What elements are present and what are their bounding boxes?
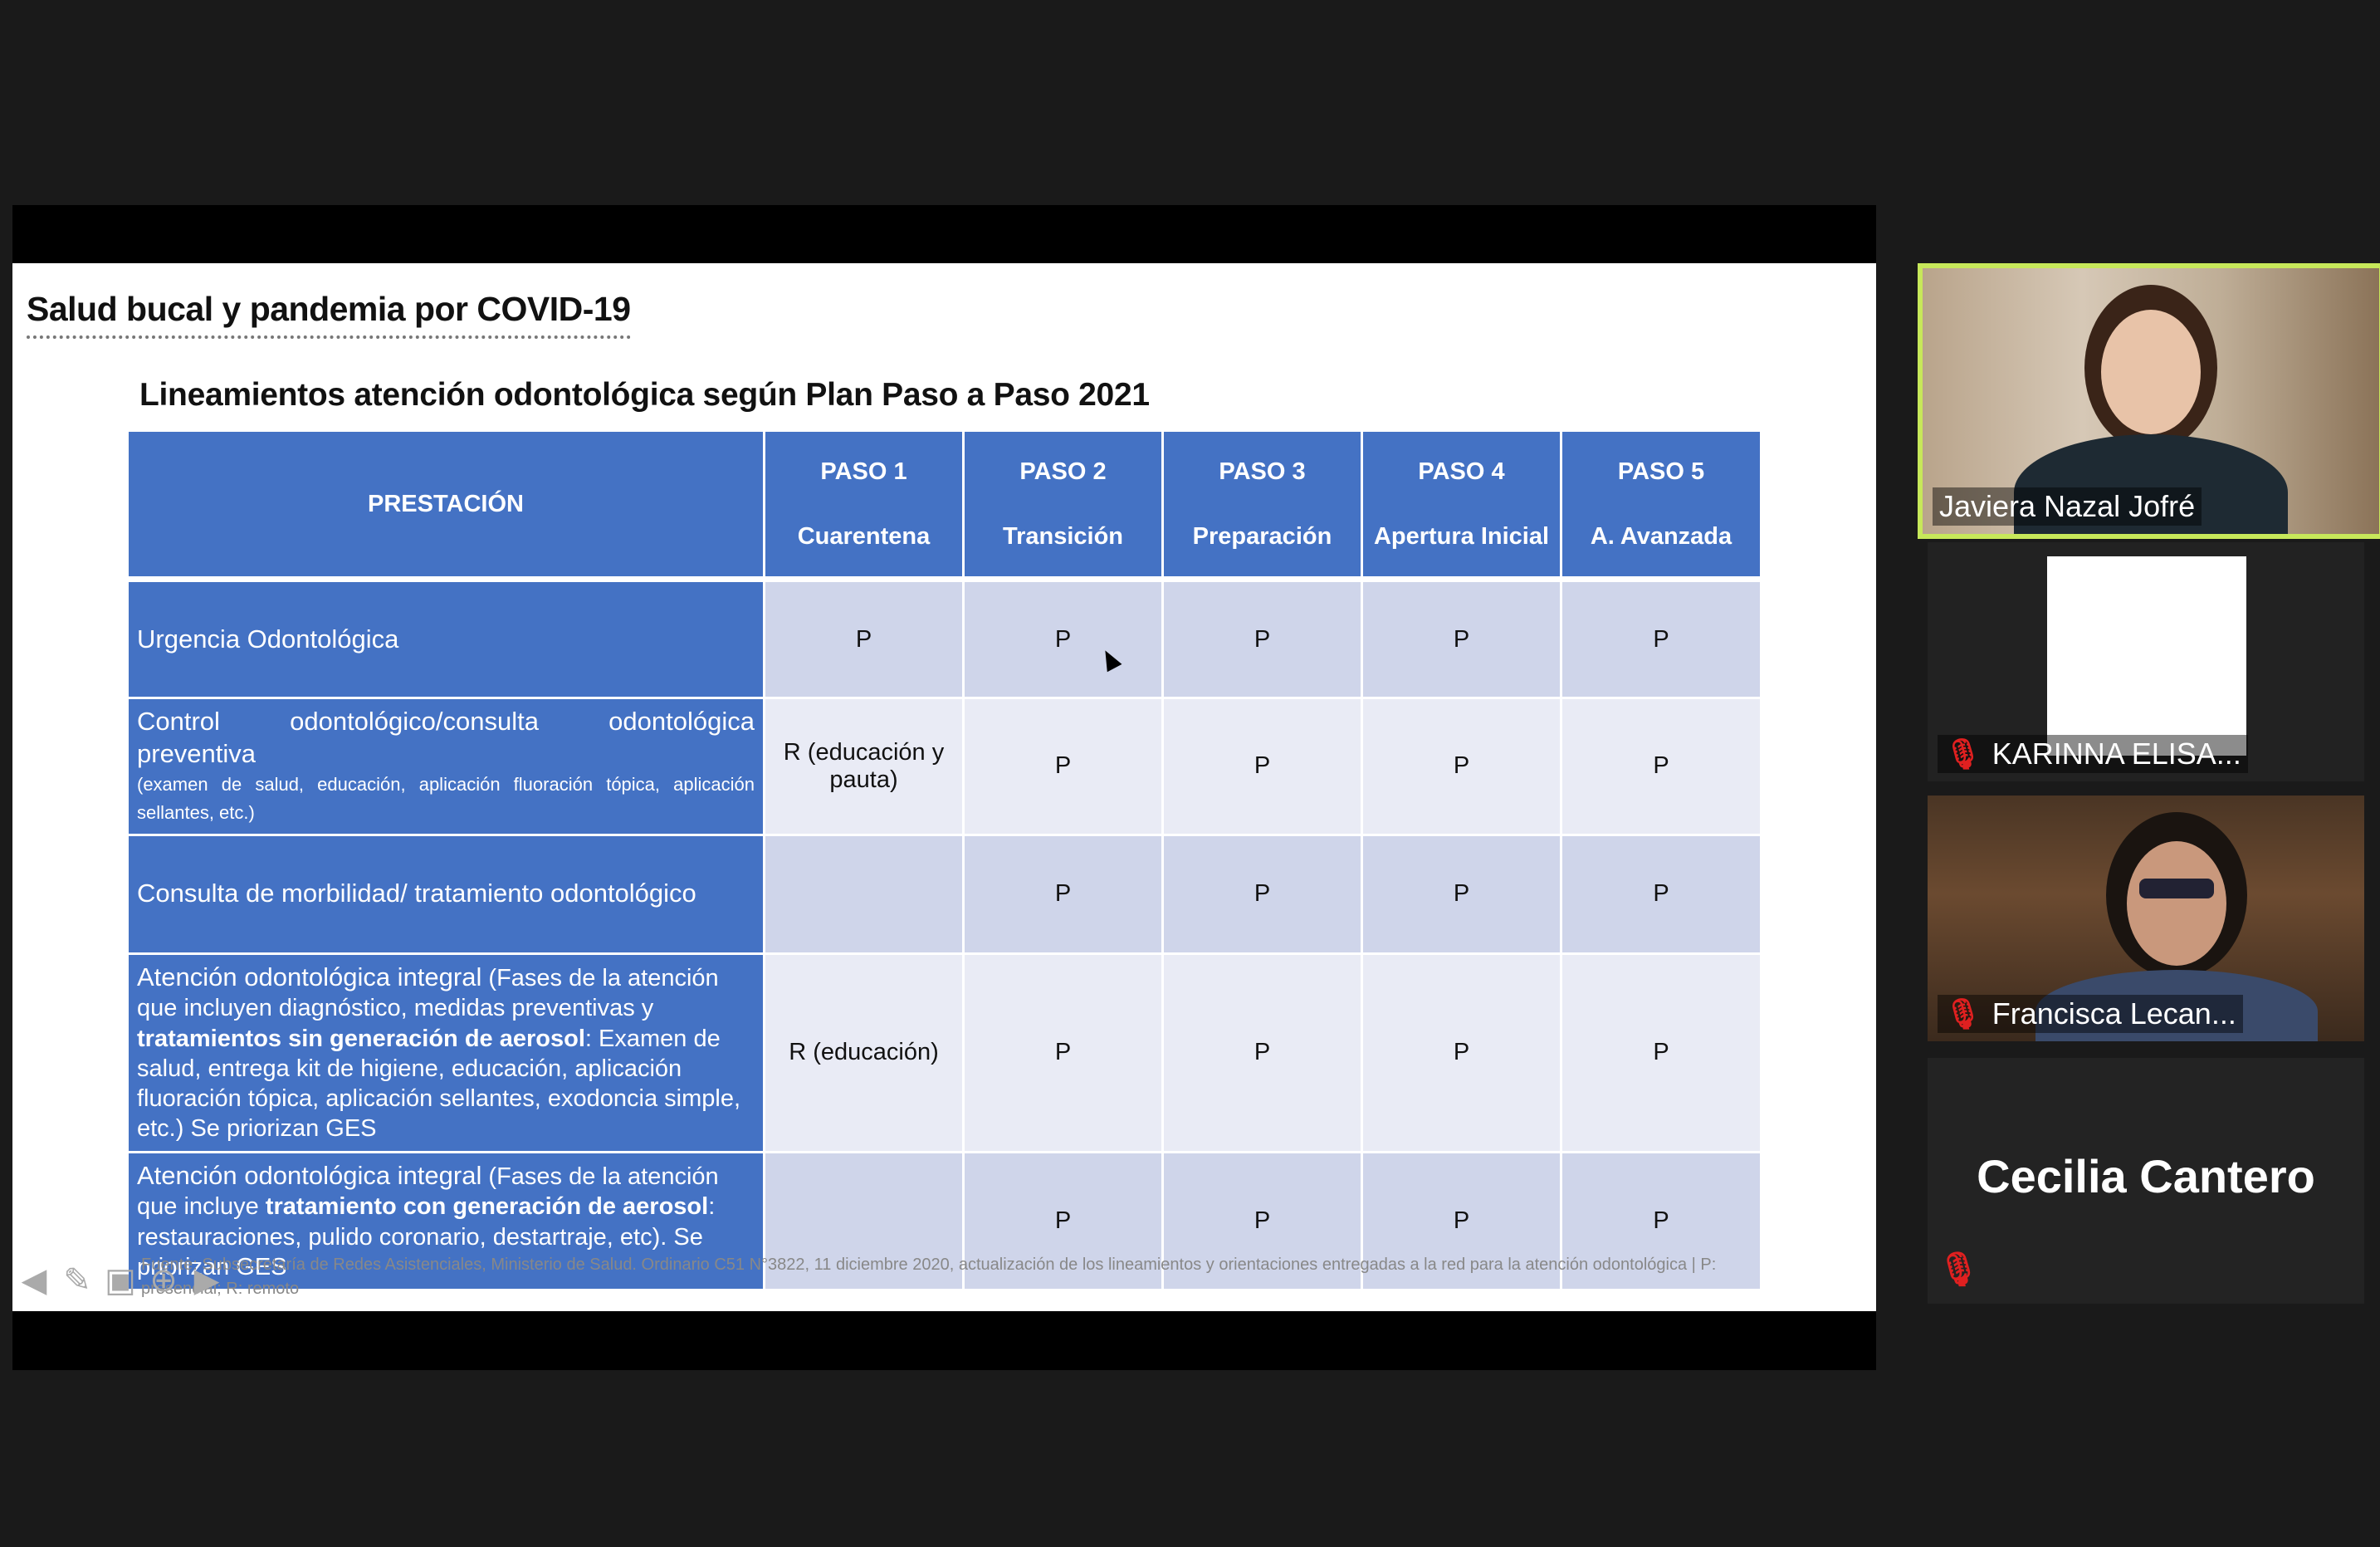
table-cell: P — [1161, 697, 1363, 836]
mic-muted-icon: 🎙︎ — [1944, 996, 1982, 1031]
table-cell: P — [962, 697, 1164, 836]
table-cell: R (educación) — [763, 952, 965, 1153]
table-cell: P — [763, 578, 965, 699]
prev-slide-icon[interactable]: ◀ — [17, 1262, 51, 1299]
table-row: Urgencia Odontológica P P P P P — [126, 578, 1762, 699]
participant-tile[interactable]: Cecilia Cantero 🎙︎ — [1928, 1058, 2364, 1304]
slideshow-toolbar: ◀ ✎ ▣ ⊕ ▶ — [17, 1262, 223, 1299]
table-cell: P — [1361, 952, 1562, 1153]
header-paso-2: PASO 2 Transición — [962, 429, 1164, 580]
table-cell: P — [1161, 952, 1363, 1153]
mic-muted-icon: 🎙︎ — [1938, 1251, 1980, 1288]
slides-icon[interactable]: ▣ — [104, 1262, 137, 1299]
table-cell: P — [1361, 697, 1562, 836]
participant-tile[interactable]: 🎙︎ Francisca Lecan... — [1928, 796, 2364, 1041]
row-label: Atención odontológica integral — [137, 962, 482, 991]
participant-tile[interactable]: 🎙︎ KARINNA ELISA... — [1928, 542, 2364, 781]
table-cell: P — [962, 952, 1164, 1153]
table-cell — [763, 833, 965, 955]
table-cell: P — [1560, 833, 1762, 955]
table-cell: P — [1560, 952, 1762, 1153]
table-cell: P — [1560, 697, 1762, 836]
zoom-icon[interactable]: ⊕ — [147, 1262, 180, 1299]
table-cell: P — [1361, 833, 1562, 955]
row-description: (examen de salud, educación, aplicación … — [137, 773, 755, 823]
participant-tile-active-speaker[interactable]: Javiera Nazal Jofré — [1918, 263, 2380, 539]
header-paso-1: PASO 1 Cuarentena — [763, 429, 965, 580]
header-paso-3: PASO 3 Preparación — [1161, 429, 1363, 580]
row-label: Atención odontológica integral — [137, 1160, 482, 1190]
table-cell: P — [1361, 578, 1562, 699]
header-paso-5: PASO 5 A. Avanzada — [1560, 429, 1762, 580]
table-header-row: PRESTACIÓN PASO 1 Cuarentena PASO 2 Transi… — [126, 429, 1762, 580]
row-label: Consulta de morbilidad/ tratamiento odon… — [137, 879, 696, 908]
table-row: Atención odontológica integral (Fases de… — [126, 952, 1762, 1153]
table-cell: P — [1161, 833, 1363, 955]
mic-muted-icon: 🎙︎ — [1944, 737, 1982, 771]
plan-table: PRESTACIÓN PASO 1 Cuarentena PASO 2 Transi… — [126, 429, 1762, 1292]
row-label: Control odontológico/consulta odontológi… — [137, 707, 755, 768]
table-cell: R (educación y pauta) — [763, 697, 965, 836]
table-row: Control odontológico/consulta odontológi… — [126, 697, 1762, 836]
next-slide-icon[interactable]: ▶ — [190, 1262, 223, 1299]
presentation-slide: Salud bucal y pandemia por COVID-19 Line… — [12, 263, 1876, 1311]
table-title: Lineamientos atención odontológica según… — [139, 377, 1150, 413]
slide-title: Salud bucal y pandemia por COVID-19 — [27, 290, 631, 339]
pen-icon[interactable]: ✎ — [61, 1262, 94, 1299]
header-prestacion: PRESTACIÓN — [126, 429, 765, 580]
table-cell: P — [1560, 578, 1762, 699]
source-note: Fuente: Subsecretaría de Redes Asistenci… — [141, 1256, 1717, 1298]
table-row: Consulta de morbilidad/ tratamiento odon… — [126, 833, 1762, 955]
participant-name: Javiera Nazal Jofré — [1933, 487, 2202, 526]
participant-name: Francisca Lecan... — [1991, 996, 2236, 1031]
participant-name: KARINNA ELISA... — [1991, 737, 2241, 771]
table-cell: P — [962, 578, 1164, 699]
row-label: Urgencia Odontológica — [137, 624, 399, 654]
header-paso-4: PASO 4 Apertura Inicial — [1361, 429, 1562, 580]
table-cell: P — [962, 833, 1164, 955]
table-cell: P — [1161, 578, 1363, 699]
participant-name: Cecilia Cantero — [1977, 1150, 2315, 1202]
